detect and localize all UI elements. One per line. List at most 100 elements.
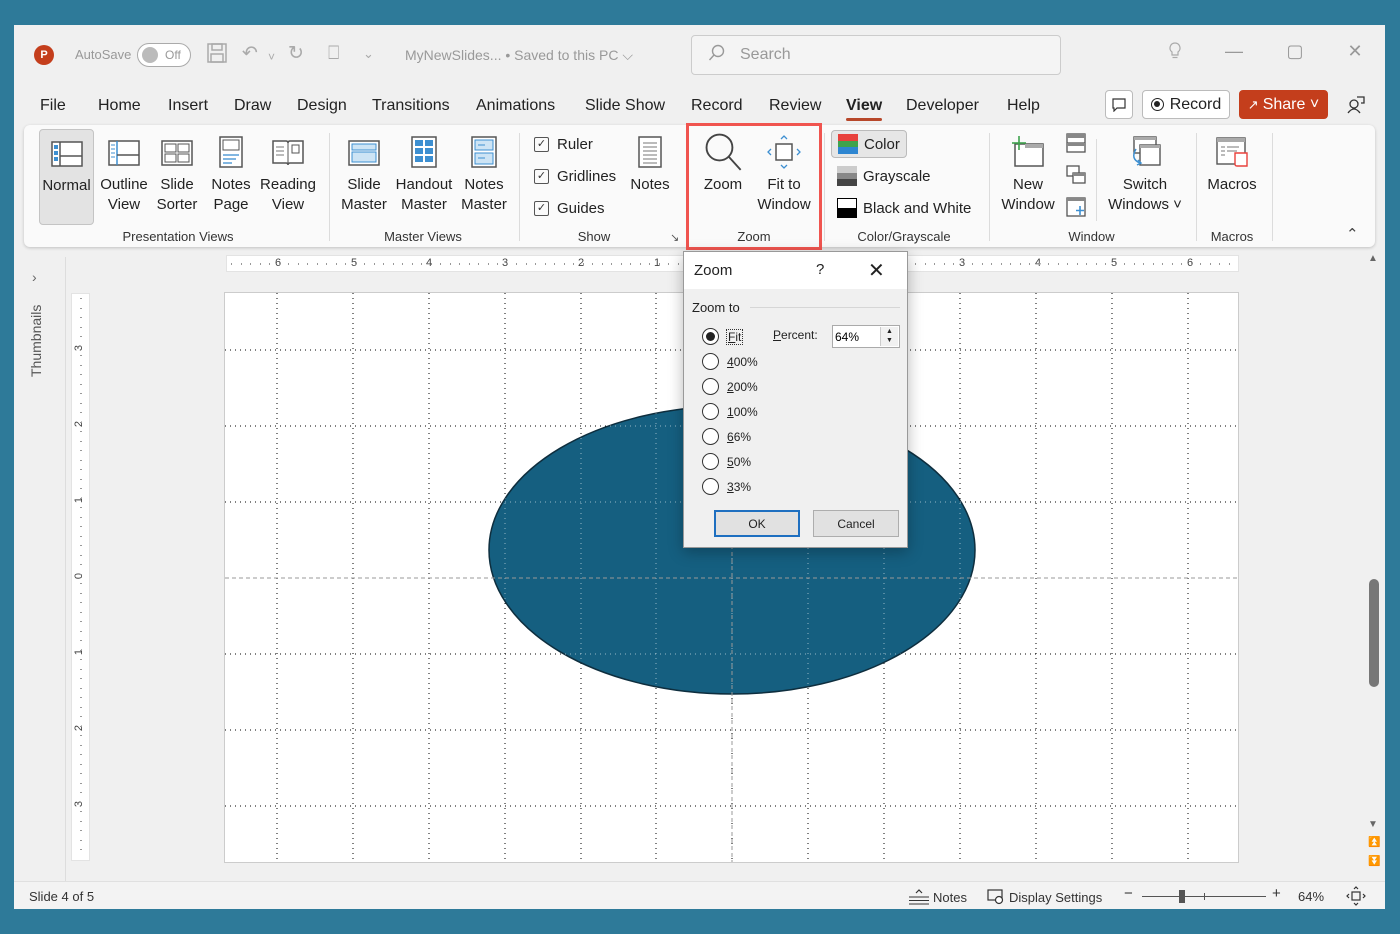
- record-button[interactable]: Record: [1142, 90, 1230, 119]
- dialog-title-bar[interactable]: Zoom ? ✕: [684, 252, 907, 289]
- scrollbar-thumb[interactable]: [1369, 579, 1379, 687]
- ruler-tick: [668, 263, 669, 265]
- dialog-close-button[interactable]: ✕: [868, 258, 885, 283]
- tab-file[interactable]: File: [40, 97, 66, 115]
- color-button[interactable]: Color: [831, 130, 907, 158]
- tab-insert[interactable]: Insert: [168, 97, 208, 115]
- tab-animations[interactable]: Animations: [476, 97, 555, 115]
- move-split-icon[interactable]: [1066, 197, 1086, 222]
- ruler-tick: [1200, 263, 1201, 265]
- reading-view-button[interactable]: Reading View: [260, 129, 316, 215]
- zoom-button[interactable]: Zoom: [699, 129, 747, 195]
- zoom-slider[interactable]: [1142, 890, 1266, 903]
- ruler-tick: [80, 355, 82, 356]
- ok-button[interactable]: OK: [714, 510, 800, 537]
- ruler-tick: [1124, 263, 1125, 265]
- notes-page-button[interactable]: Notes Page: [208, 129, 254, 215]
- tab-view[interactable]: View: [846, 97, 883, 121]
- present-from-beginning-icon[interactable]: ⎕: [328, 42, 339, 66]
- normal-view-button[interactable]: Normal: [39, 129, 94, 225]
- radio-33[interactable]: 33%: [702, 478, 751, 495]
- ruler-tick: [1095, 263, 1097, 265]
- tab-home[interactable]: Home: [98, 97, 141, 115]
- ruler-tick: [506, 263, 508, 265]
- tab-draw[interactable]: Draw: [234, 97, 271, 115]
- zoom-slider-knob[interactable]: [1179, 890, 1185, 903]
- share-button[interactable]: ↗ Share ˅: [1239, 90, 1328, 119]
- radio-400[interactable]: 400%: [702, 353, 758, 370]
- close-button[interactable]: ✕: [1340, 41, 1370, 62]
- vertical-scrollbar[interactable]: ▲ ▼ ⏫ ⏬: [1366, 253, 1382, 883]
- help-button[interactable]: ?: [816, 261, 824, 278]
- lightbulb-icon[interactable]: [1160, 41, 1190, 66]
- display-settings-button[interactable]: Display Settings: [987, 889, 1102, 905]
- macros-button[interactable]: Macros: [1204, 129, 1260, 195]
- radio-200[interactable]: 200%: [702, 378, 758, 395]
- show-dialog-launcher-icon[interactable]: ↘: [670, 231, 679, 244]
- fit-slide-to-window-icon[interactable]: [1346, 886, 1366, 906]
- outline-view-button[interactable]: Outline View: [96, 129, 152, 215]
- autosave-toggle[interactable]: Off: [137, 43, 191, 67]
- grayscale-button[interactable]: Grayscale: [831, 162, 937, 190]
- thumbnails-label[interactable]: Thumbnails: [28, 305, 44, 377]
- fit-to-window-button[interactable]: Fit to Window: [754, 129, 814, 215]
- ruler-tick: [240, 263, 242, 265]
- tab-design[interactable]: Design: [297, 97, 347, 115]
- ruler-tick: [953, 263, 954, 265]
- document-title[interactable]: MyNewSlides... • Saved to this PC ⌵: [405, 47, 633, 64]
- notes-toggle-button[interactable]: Notes: [909, 889, 967, 905]
- radio-fit[interactable]: Fit: [702, 328, 744, 345]
- percent-spin-buttons[interactable]: ▲ ▼: [880, 327, 898, 346]
- zoom-in-button[interactable]: +: [1272, 885, 1281, 902]
- scroll-down-arrow-icon[interactable]: ▼: [1368, 819, 1378, 830]
- ruler-tick: [620, 263, 622, 265]
- collapse-ribbon-icon[interactable]: ⌃: [1346, 225, 1359, 243]
- guides-checkbox[interactable]: ✓ Guides: [534, 200, 605, 217]
- radio-50[interactable]: 50%: [702, 453, 751, 470]
- cancel-button[interactable]: Cancel: [813, 510, 899, 537]
- cascade-icon[interactable]: [1066, 165, 1086, 190]
- save-icon[interactable]: [206, 42, 228, 71]
- tab-transitions[interactable]: Transitions: [372, 97, 450, 115]
- slide-sorter-button[interactable]: Slide Sorter: [156, 129, 198, 215]
- handout-master-button[interactable]: Handout Master: [392, 129, 456, 215]
- notes-button[interactable]: Notes: [628, 129, 672, 195]
- group-label-macros: Macros: [1210, 229, 1254, 244]
- tab-slide-show[interactable]: Slide Show: [585, 97, 665, 115]
- maximize-button[interactable]: ▢: [1280, 41, 1310, 62]
- gridlines-checkbox[interactable]: ✓ Gridlines: [534, 168, 616, 185]
- next-slide-icon[interactable]: ⏬: [1368, 856, 1380, 867]
- zoom-out-button[interactable]: −: [1124, 885, 1133, 902]
- tab-help[interactable]: Help: [1007, 97, 1040, 115]
- scroll-up-arrow-icon[interactable]: ▲: [1368, 253, 1378, 264]
- new-window-button[interactable]: New Window: [999, 129, 1057, 215]
- ruler-tick: [1086, 263, 1087, 265]
- tab-developer[interactable]: Developer: [906, 97, 979, 115]
- search-input[interactable]: [740, 44, 1040, 66]
- expand-thumbnails-icon[interactable]: ›: [32, 269, 37, 285]
- search-box[interactable]: [691, 35, 1061, 75]
- radio-100[interactable]: 100%: [702, 403, 758, 420]
- coauthor-icon[interactable]: [1344, 90, 1368, 119]
- switch-windows-button[interactable]: Switch Windows ˅: [1106, 129, 1184, 215]
- undo-dropdown-icon[interactable]: ˅: [268, 45, 275, 69]
- percent-spinbox[interactable]: ▲▼: [832, 325, 900, 348]
- zoom-percent[interactable]: 64%: [1298, 889, 1324, 904]
- black-and-white-button[interactable]: Black and White: [831, 194, 977, 222]
- undo-icon[interactable]: ↶: [242, 42, 258, 66]
- minimize-button[interactable]: —: [1219, 41, 1249, 62]
- notes-master-button[interactable]: Notes Master: [460, 129, 508, 215]
- percent-input[interactable]: [835, 328, 879, 345]
- comments-button[interactable]: [1105, 90, 1133, 119]
- radio-66[interactable]: 66%: [702, 428, 751, 445]
- ruler-tick: [468, 263, 470, 265]
- tab-review[interactable]: Review: [769, 97, 821, 115]
- slide-master-button[interactable]: Slide Master: [338, 129, 390, 215]
- redo-icon[interactable]: ↻: [288, 42, 304, 66]
- arrange-all-icon[interactable]: [1066, 133, 1086, 158]
- tab-record[interactable]: Record: [691, 97, 743, 115]
- ruler-checkbox[interactable]: ✓ Ruler: [534, 136, 593, 153]
- previous-slide-icon[interactable]: ⏫: [1368, 837, 1380, 848]
- customize-qat-icon[interactable]: ⌄: [363, 42, 374, 66]
- radio-unselected-icon: [702, 403, 719, 420]
